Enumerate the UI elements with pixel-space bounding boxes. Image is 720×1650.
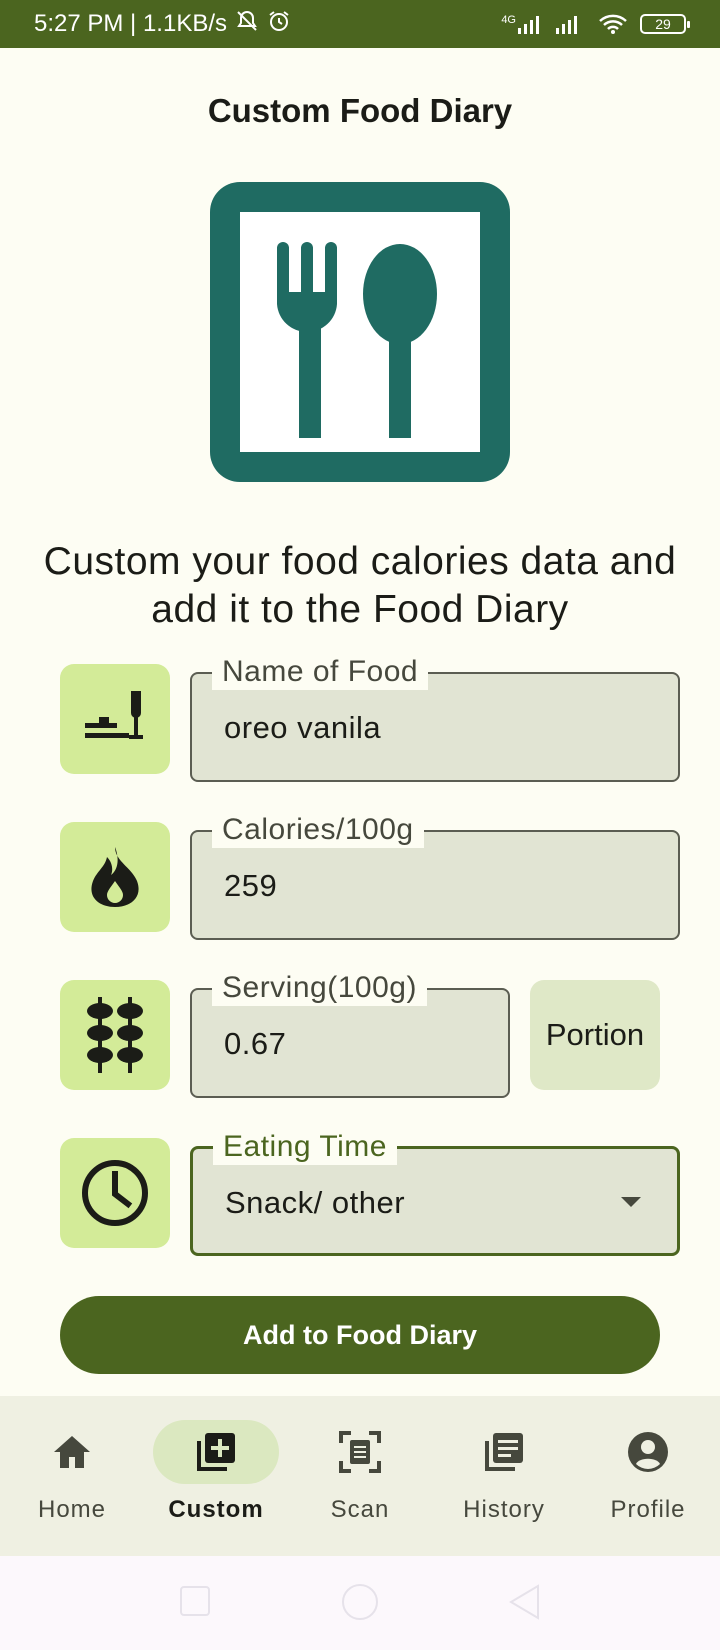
nav-item-home[interactable]: Home (0, 1396, 144, 1556)
network-type: 4G (501, 14, 516, 26)
fire-icon (60, 822, 170, 932)
food-name-label: Name of Food (212, 654, 429, 690)
recent-apps-icon[interactable] (180, 1586, 210, 1616)
history-icon[interactable] (482, 1430, 526, 1474)
battery-level: 29 (655, 16, 671, 32)
calories-field[interactable]: Calories/100g 259 (190, 812, 680, 940)
nav-label-home[interactable]: Home (38, 1496, 106, 1524)
bell-off-icon (235, 9, 259, 40)
home-circle-icon[interactable] (342, 1584, 378, 1620)
signal-4g-icon: 4G (501, 14, 544, 34)
back-icon[interactable] (508, 1584, 540, 1625)
wifi-icon (598, 13, 628, 35)
nav-item-profile[interactable]: Profile (576, 1396, 720, 1556)
kebab-icon (60, 980, 170, 1090)
home-icon[interactable] (50, 1430, 94, 1474)
calories-label: Calories/100g (212, 812, 424, 848)
nav-label-history[interactable]: History (463, 1496, 545, 1524)
serving-field[interactable]: Serving(100g) 0.67 (190, 970, 510, 1098)
restaurant-icon (210, 182, 510, 482)
add-to-food-diary-button[interactable]: Add to Food Diary (60, 1296, 660, 1374)
bottom-navigation: Home Custom Scan History Profile (0, 1396, 720, 1556)
nav-label-scan[interactable]: Scan (331, 1496, 390, 1524)
battery-icon: 29 (640, 14, 690, 34)
page-title: Custom Food Diary (207, 92, 513, 129)
eating-time-value[interactable]: Snack/ other (225, 1185, 405, 1221)
nav-item-scan[interactable]: Scan (288, 1396, 432, 1556)
alarm-icon (267, 9, 291, 40)
dropdown-arrow-icon[interactable] (621, 1197, 641, 1207)
nav-item-custom[interactable]: Custom (144, 1396, 288, 1556)
portion-button[interactable]: Portion (530, 980, 660, 1090)
serving-label: Serving(100g) (212, 970, 427, 1006)
food-name-field[interactable]: Name of Food oreo vanila (190, 654, 680, 782)
status-time: 5:27 PM | 1.1KB/s (34, 10, 227, 37)
add-box-icon[interactable] (194, 1430, 238, 1474)
headline-text: Custom your food calories data and add i… (43, 540, 677, 631)
clock-icon (60, 1138, 170, 1248)
nav-label-profile[interactable]: Profile (610, 1496, 685, 1524)
eating-time-label: Eating Time (213, 1129, 397, 1165)
food-name-value[interactable]: oreo vanila (224, 710, 381, 746)
signal-icon (556, 14, 586, 34)
nav-item-history[interactable]: History (432, 1396, 576, 1556)
serving-value[interactable]: 0.67 (224, 1026, 286, 1062)
scan-icon[interactable] (338, 1430, 382, 1474)
calories-value[interactable]: 259 (224, 868, 277, 904)
nav-label-custom[interactable]: Custom (168, 1496, 263, 1524)
dining-icon (60, 664, 170, 774)
profile-icon[interactable] (626, 1430, 670, 1474)
system-navigation-bar (0, 1556, 720, 1650)
status-bar: 5:27 PM | 1.1KB/s 4G 29 (0, 0, 720, 48)
eating-time-select[interactable]: Eating Time Snack/ other (190, 1129, 680, 1256)
